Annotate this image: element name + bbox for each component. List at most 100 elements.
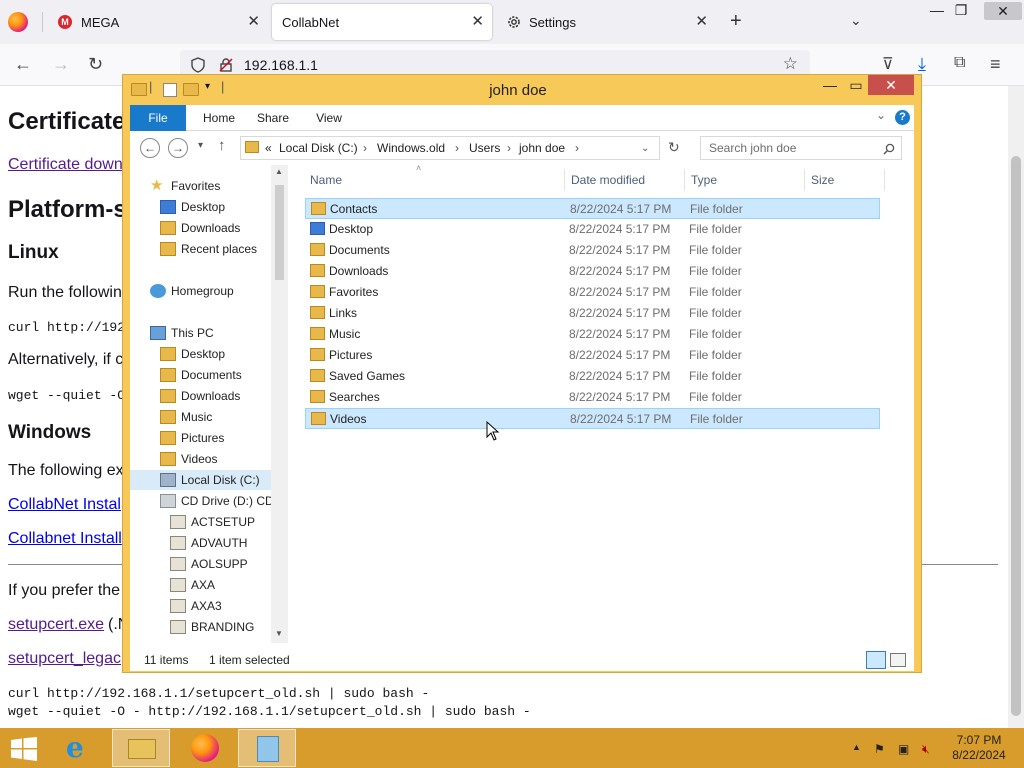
up-arrow-icon[interactable]: ↑ [218, 137, 226, 154]
extensions-icon[interactable]: ⧉ [954, 54, 965, 72]
nav-pc-videos[interactable]: Videos [160, 449, 217, 469]
tab-mega[interactable]: M MEGA ✕ [48, 4, 268, 40]
breadcrumb-local-disk[interactable]: Local Disk (C:) [279, 141, 358, 155]
setupcert-legacy-link[interactable]: setupcert_legac [8, 650, 121, 668]
nav-cd-item[interactable]: ADVAUTH [170, 533, 247, 553]
nav-scrollbar[interactable]: ▲ ▼ [271, 165, 288, 643]
file-row[interactable]: Pictures 8/22/2024 5:17 PM File folder [305, 345, 880, 366]
download-icon[interactable]: ⤓ [918, 54, 926, 75]
page-scrollbar[interactable] [1008, 86, 1024, 728]
breadcrumb-chevron-icon[interactable]: › [455, 141, 459, 155]
taskbar-app[interactable] [238, 729, 296, 767]
menu-icon[interactable]: ≡ [990, 54, 1001, 75]
nav-pc-music[interactable]: Music [160, 407, 212, 427]
breadcrumb-chevron-icon[interactable]: › [507, 141, 511, 155]
back-arrow-icon[interactable]: ← [14, 54, 32, 75]
refresh-icon[interactable]: ↻ [668, 139, 680, 156]
bookmark-star-icon[interactable]: ☆ [783, 54, 798, 74]
nav-this-pc[interactable]: This PC [150, 323, 214, 343]
column-separator[interactable] [684, 169, 685, 191]
nav-fav-recent[interactable]: Recent places [160, 239, 257, 259]
collabnet-installer-link-2[interactable]: Collabnet Install [8, 530, 122, 548]
tab-share[interactable]: Share [250, 105, 296, 131]
nav-favorites[interactable]: ★ Favorites [150, 176, 220, 196]
network-icon[interactable]: ▣ [898, 742, 909, 756]
nav-pc-desktop[interactable]: Desktop [160, 344, 225, 364]
explorer-title-bar[interactable]: | ▾ | john doe — ▭ ✕ [123, 75, 921, 105]
certificate-download-link[interactable]: Certificate down [8, 156, 123, 174]
tab-file[interactable]: File [130, 105, 186, 131]
close-window-button[interactable]: ✕ [984, 2, 1022, 20]
address-bar[interactable]: « Local Disk (C:) › Windows.old › Users … [240, 136, 660, 160]
file-row[interactable]: Searches 8/22/2024 5:17 PM File folder [305, 387, 880, 408]
column-header-name[interactable]: Name [310, 173, 342, 187]
details-view-icon[interactable] [866, 651, 886, 669]
scroll-up-icon[interactable]: ▲ [275, 167, 283, 176]
scrollbar-thumb[interactable] [1011, 156, 1021, 716]
firefox-logo-icon[interactable] [8, 12, 28, 32]
search-icon[interactable] [883, 143, 895, 155]
minimize-button[interactable]: — [821, 77, 839, 93]
close-button[interactable]: ✕ [868, 75, 914, 95]
nav-fav-downloads[interactable]: Downloads [160, 218, 240, 238]
close-tab-icon[interactable]: ✕ [247, 12, 260, 30]
tab-settings[interactable]: Settings ✕ [496, 4, 716, 40]
new-tab-button[interactable]: + [730, 10, 742, 33]
close-tab-icon[interactable]: ✕ [471, 12, 484, 30]
nav-local-disk[interactable]: Local Disk (C:) [130, 470, 271, 490]
nav-cd-item[interactable]: AXA [170, 575, 215, 595]
nav-cd-item[interactable]: AOLSUPP [170, 554, 248, 574]
tab-home[interactable]: Home [196, 105, 242, 131]
nav-pc-documents[interactable]: Documents [160, 365, 242, 385]
collabnet-installer-link[interactable]: CollabNet Instal [8, 496, 121, 514]
insecure-lock-icon[interactable] [218, 57, 234, 73]
scroll-down-icon[interactable]: ▼ [275, 629, 283, 638]
file-row[interactable]: Links 8/22/2024 5:17 PM File folder [305, 303, 880, 324]
windows-start-icon[interactable] [10, 737, 38, 761]
file-row[interactable]: Desktop 8/22/2024 5:17 PM File folder [305, 219, 880, 240]
close-tab-icon[interactable]: ✕ [695, 12, 708, 30]
file-row[interactable]: Saved Games 8/22/2024 5:17 PM File folde… [305, 366, 880, 387]
help-icon[interactable]: ? [895, 110, 910, 125]
pocket-icon[interactable]: ⊽ [882, 54, 894, 74]
nav-cd-drive[interactable]: CD Drive (D:) CDI [160, 491, 277, 511]
file-row[interactable]: Downloads 8/22/2024 5:17 PM File folder [305, 261, 880, 282]
nav-cd-item[interactable]: AXA3 [170, 596, 222, 616]
list-all-tabs-icon[interactable]: ⌄ [850, 12, 862, 29]
file-row[interactable]: Contacts 8/22/2024 5:17 PM File folder [305, 198, 880, 219]
taskbar-file-explorer[interactable] [112, 729, 170, 767]
file-row[interactable]: Videos 8/22/2024 5:17 PM File folder [305, 408, 880, 429]
recent-locations-icon[interactable]: ▾ [198, 140, 203, 151]
tab-collabnet[interactable]: CollabNet ✕ [272, 4, 492, 40]
forward-arrow-icon[interactable]: → [52, 54, 70, 75]
large-icons-view-icon[interactable] [890, 653, 906, 667]
nav-pc-pictures[interactable]: Pictures [160, 428, 224, 448]
reload-icon[interactable]: ↻ [88, 54, 103, 75]
nav-fav-desktop[interactable]: Desktop [160, 197, 225, 217]
nav-pc-downloads[interactable]: Downloads [160, 386, 240, 406]
flag-icon[interactable]: ⚑ [874, 742, 885, 756]
breadcrumb-john-doe[interactable]: john doe [519, 141, 565, 155]
column-header-date[interactable]: Date modified [571, 173, 645, 187]
expand-ribbon-icon[interactable]: ⌄ [876, 108, 886, 122]
maximize-button[interactable]: ▭ [847, 77, 865, 94]
file-row[interactable]: Music 8/22/2024 5:17 PM File folder [305, 324, 880, 345]
taskbar-internet-explorer[interactable]: e [52, 729, 110, 767]
tab-view[interactable]: View [306, 105, 352, 131]
forward-arrow-icon[interactable]: → [168, 138, 188, 158]
breadcrumb-chevron-icon[interactable]: › [575, 141, 579, 155]
search-input[interactable]: Search john doe [700, 136, 902, 160]
shield-icon[interactable] [190, 57, 206, 73]
address-dropdown-icon[interactable]: ⌄ [641, 143, 649, 154]
nav-homegroup[interactable]: Homegroup [150, 281, 234, 301]
file-row[interactable]: Documents 8/22/2024 5:17 PM File folder [305, 240, 880, 261]
clock[interactable]: 7:07 PM 8/22/2024 [946, 733, 1012, 763]
column-header-size[interactable]: Size [811, 173, 834, 187]
show-hidden-icons-icon[interactable]: ▲ [852, 742, 861, 752]
breadcrumb-users[interactable]: Users [469, 141, 500, 155]
taskbar-firefox[interactable] [176, 729, 234, 767]
breadcrumb-chevron-icon[interactable]: › [363, 141, 367, 155]
back-arrow-icon[interactable]: ← [140, 138, 160, 158]
breadcrumb-windows-old[interactable]: Windows.old [377, 141, 445, 155]
volume-muted-icon[interactable]: 🔇︎ [922, 742, 930, 757]
